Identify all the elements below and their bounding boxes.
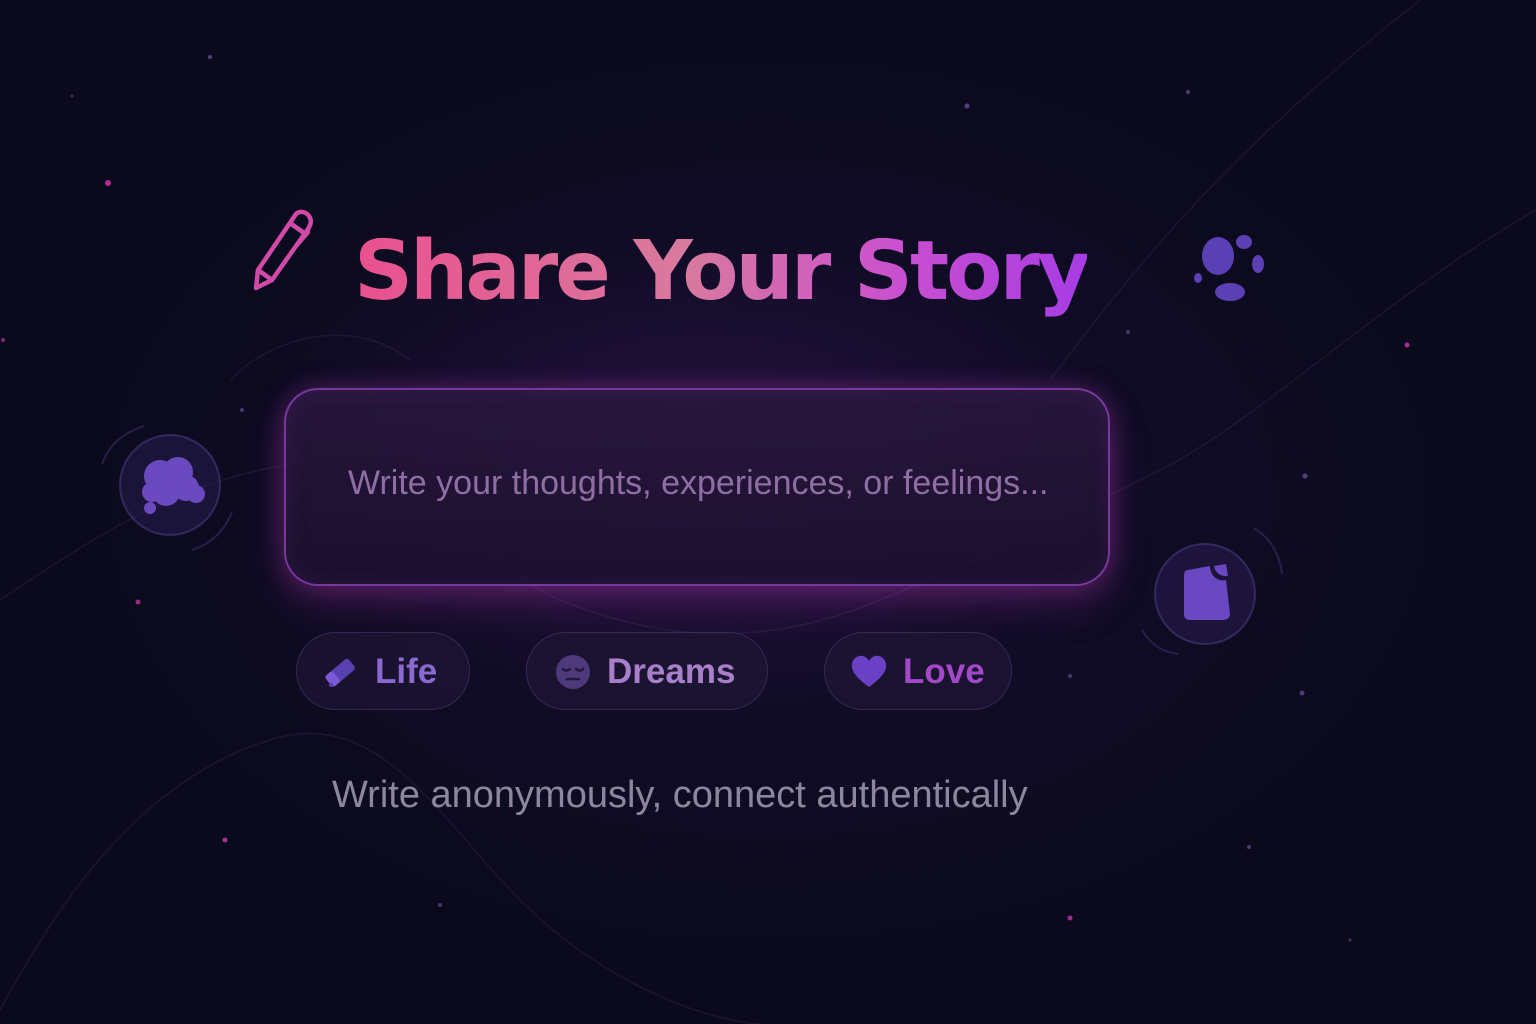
thought-bubble-icon — [101, 425, 233, 551]
header: Share Your Story — [250, 200, 1090, 330]
tagline: Write anonymously, connect authentically — [332, 774, 1028, 816]
story-input[interactable] — [348, 456, 1068, 510]
tag-label-life: Life — [375, 652, 438, 691]
tag-label-love: Love — [903, 652, 985, 691]
sticky-note-icon — [1141, 527, 1283, 655]
tag-chip-love[interactable]: Love — [824, 632, 1012, 710]
tag-label-dreams: Dreams — [607, 652, 736, 691]
tag-chip-life[interactable]: Life — [296, 632, 470, 710]
heart-icon — [851, 655, 887, 687]
story-composer[interactable] — [284, 388, 1110, 586]
tag-chip-dreams[interactable]: Dreams — [526, 632, 768, 710]
eraser-icon — [325, 658, 355, 687]
pen-icon — [253, 209, 314, 291]
paw-print-icon — [1194, 235, 1264, 301]
sleepy-face-icon — [556, 655, 590, 689]
page-title: Share Your Story — [354, 222, 1090, 322]
